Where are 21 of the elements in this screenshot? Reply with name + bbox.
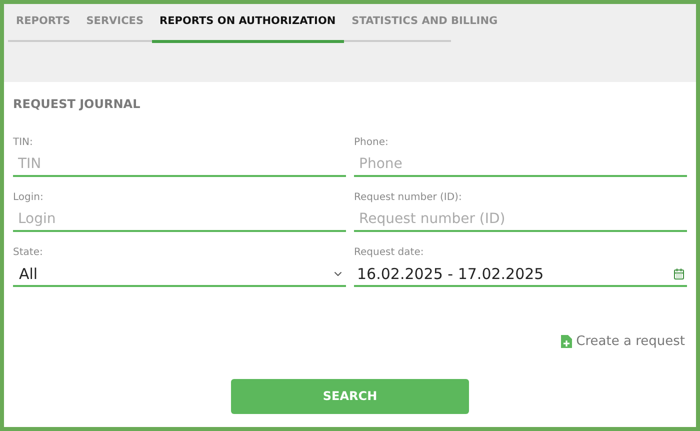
input-field[interactable]: Phone — [354, 153, 687, 177]
field-label: Request date: — [354, 247, 425, 259]
date-range-field[interactable]: 16.02.2025 - 17.02.2025 — [354, 263, 687, 287]
tab[interactable]: STATISTICS AND BILLING — [344, 4, 506, 43]
search-button[interactable]: SEARCH — [231, 378, 469, 414]
tab[interactable]: SERVICES — [78, 4, 152, 43]
input-field[interactable]: TIN — [13, 153, 346, 177]
input-field[interactable]: Request number (ID) — [354, 208, 687, 232]
field-label: Request number (ID): — [354, 192, 463, 204]
tab[interactable]: REPORTS — [8, 4, 78, 43]
create-request-link[interactable]: Create a request — [561, 332, 685, 352]
file-plus-icon — [561, 335, 572, 348]
field-label: Phone: — [354, 137, 390, 149]
input-field[interactable]: Login — [13, 208, 346, 232]
calendar-icon — [673, 268, 685, 280]
field-label: TIN: — [13, 137, 34, 149]
field-label: State: — [13, 247, 44, 259]
tab[interactable]: REPORTS ON AUTHORIZATION — [152, 4, 344, 43]
section-title: REQUEST JOURNAL — [13, 96, 142, 113]
state-select[interactable]: All — [13, 263, 346, 287]
field-label: Login: — [13, 192, 44, 204]
